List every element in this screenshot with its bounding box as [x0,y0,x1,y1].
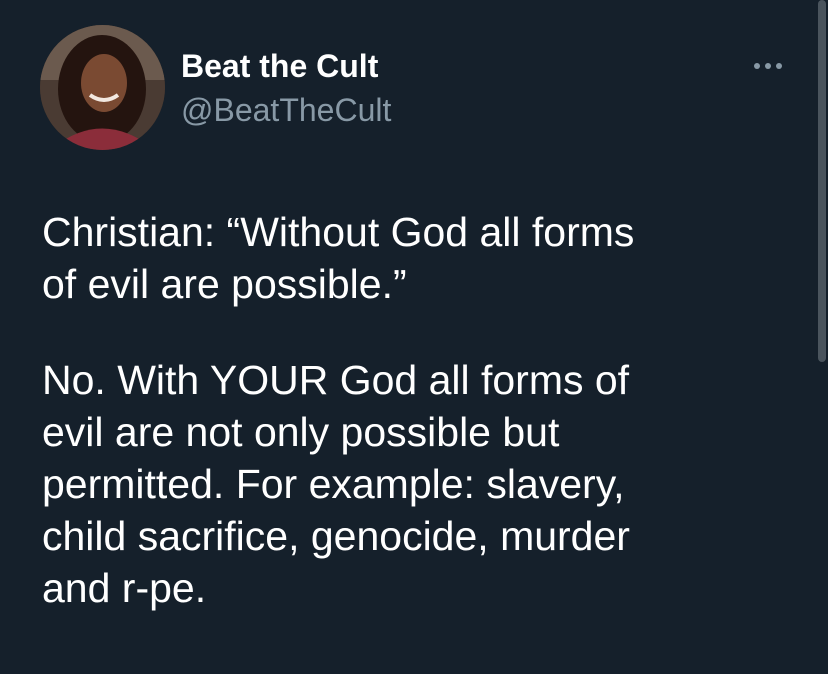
author-handle[interactable]: @BeatTheCult [181,90,391,130]
author-name[interactable]: Beat the Cult [181,46,378,86]
tweet: Beat the Cult @BeatTheCult Christian: “W… [0,0,828,674]
tweet-text-paragraph: Christian: “Without God all forms of evi… [42,209,635,307]
scrollbar-thumb[interactable] [818,0,826,362]
more-options-button[interactable] [740,48,796,84]
avatar[interactable] [40,25,165,150]
avatar-image [40,25,165,150]
tweet-text-paragraph: No. With YOUR God all forms of evil are … [42,357,630,611]
ellipsis-icon [754,63,782,69]
